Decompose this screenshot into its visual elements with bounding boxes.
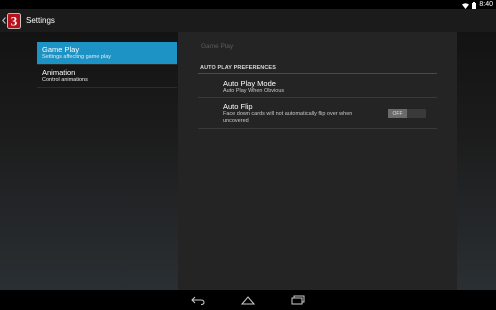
header-item-title: Animation bbox=[42, 68, 76, 77]
action-bar-title: Settings bbox=[26, 16, 55, 25]
header-list: Game Play Settings affecting game play A… bbox=[37, 42, 177, 88]
section-divider bbox=[198, 73, 437, 74]
section-title: AUTO PLAY PREFERENCES bbox=[200, 65, 276, 71]
divider bbox=[198, 128, 437, 129]
pref-auto-play-mode[interactable]: Auto Play Mode Auto Play When Obvious bbox=[223, 79, 284, 95]
header-item-subtitle: Control animations bbox=[42, 77, 88, 83]
status-bar: 8:40 bbox=[0, 0, 496, 9]
toggle-label: OFF bbox=[388, 109, 407, 118]
pref-title: Auto Flip bbox=[223, 102, 253, 111]
status-time: 8:40 bbox=[479, 1, 493, 8]
panel-header: Game Play bbox=[201, 43, 234, 50]
system-nav-bar bbox=[0, 290, 496, 310]
header-item-subtitle: Settings affecting game play bbox=[42, 54, 111, 60]
home-icon[interactable] bbox=[241, 294, 255, 306]
pref-summary: Auto Play When Obvious bbox=[223, 88, 285, 94]
status-icons: 8:40 bbox=[462, 0, 493, 9]
preferences-panel: Game Play AUTO PLAY PREFERENCES Auto Pla… bbox=[178, 32, 457, 290]
divider bbox=[198, 97, 437, 98]
header-item-title: Game Play bbox=[42, 45, 80, 54]
settings-content: Game Play Settings affecting game play A… bbox=[0, 32, 496, 290]
divider bbox=[37, 87, 177, 88]
auto-flip-toggle[interactable]: OFF bbox=[388, 109, 426, 118]
pref-summary: Face down cards will not automatically f… bbox=[223, 111, 353, 124]
recents-icon[interactable] bbox=[291, 294, 305, 306]
action-bar: 3 Settings bbox=[0, 9, 496, 32]
pref-title: Auto Play Mode bbox=[223, 79, 276, 88]
pref-auto-flip[interactable]: Auto Flip Face down cards will not autom… bbox=[223, 102, 373, 124]
back-icon[interactable] bbox=[191, 294, 205, 306]
app-logo-icon[interactable]: 3 bbox=[7, 12, 21, 29]
app-logo-text: 3 bbox=[11, 13, 18, 28]
header-item-animation[interactable]: Animation Control animations bbox=[37, 65, 177, 87]
header-item-game-play[interactable]: Game Play Settings affecting game play bbox=[37, 42, 177, 64]
